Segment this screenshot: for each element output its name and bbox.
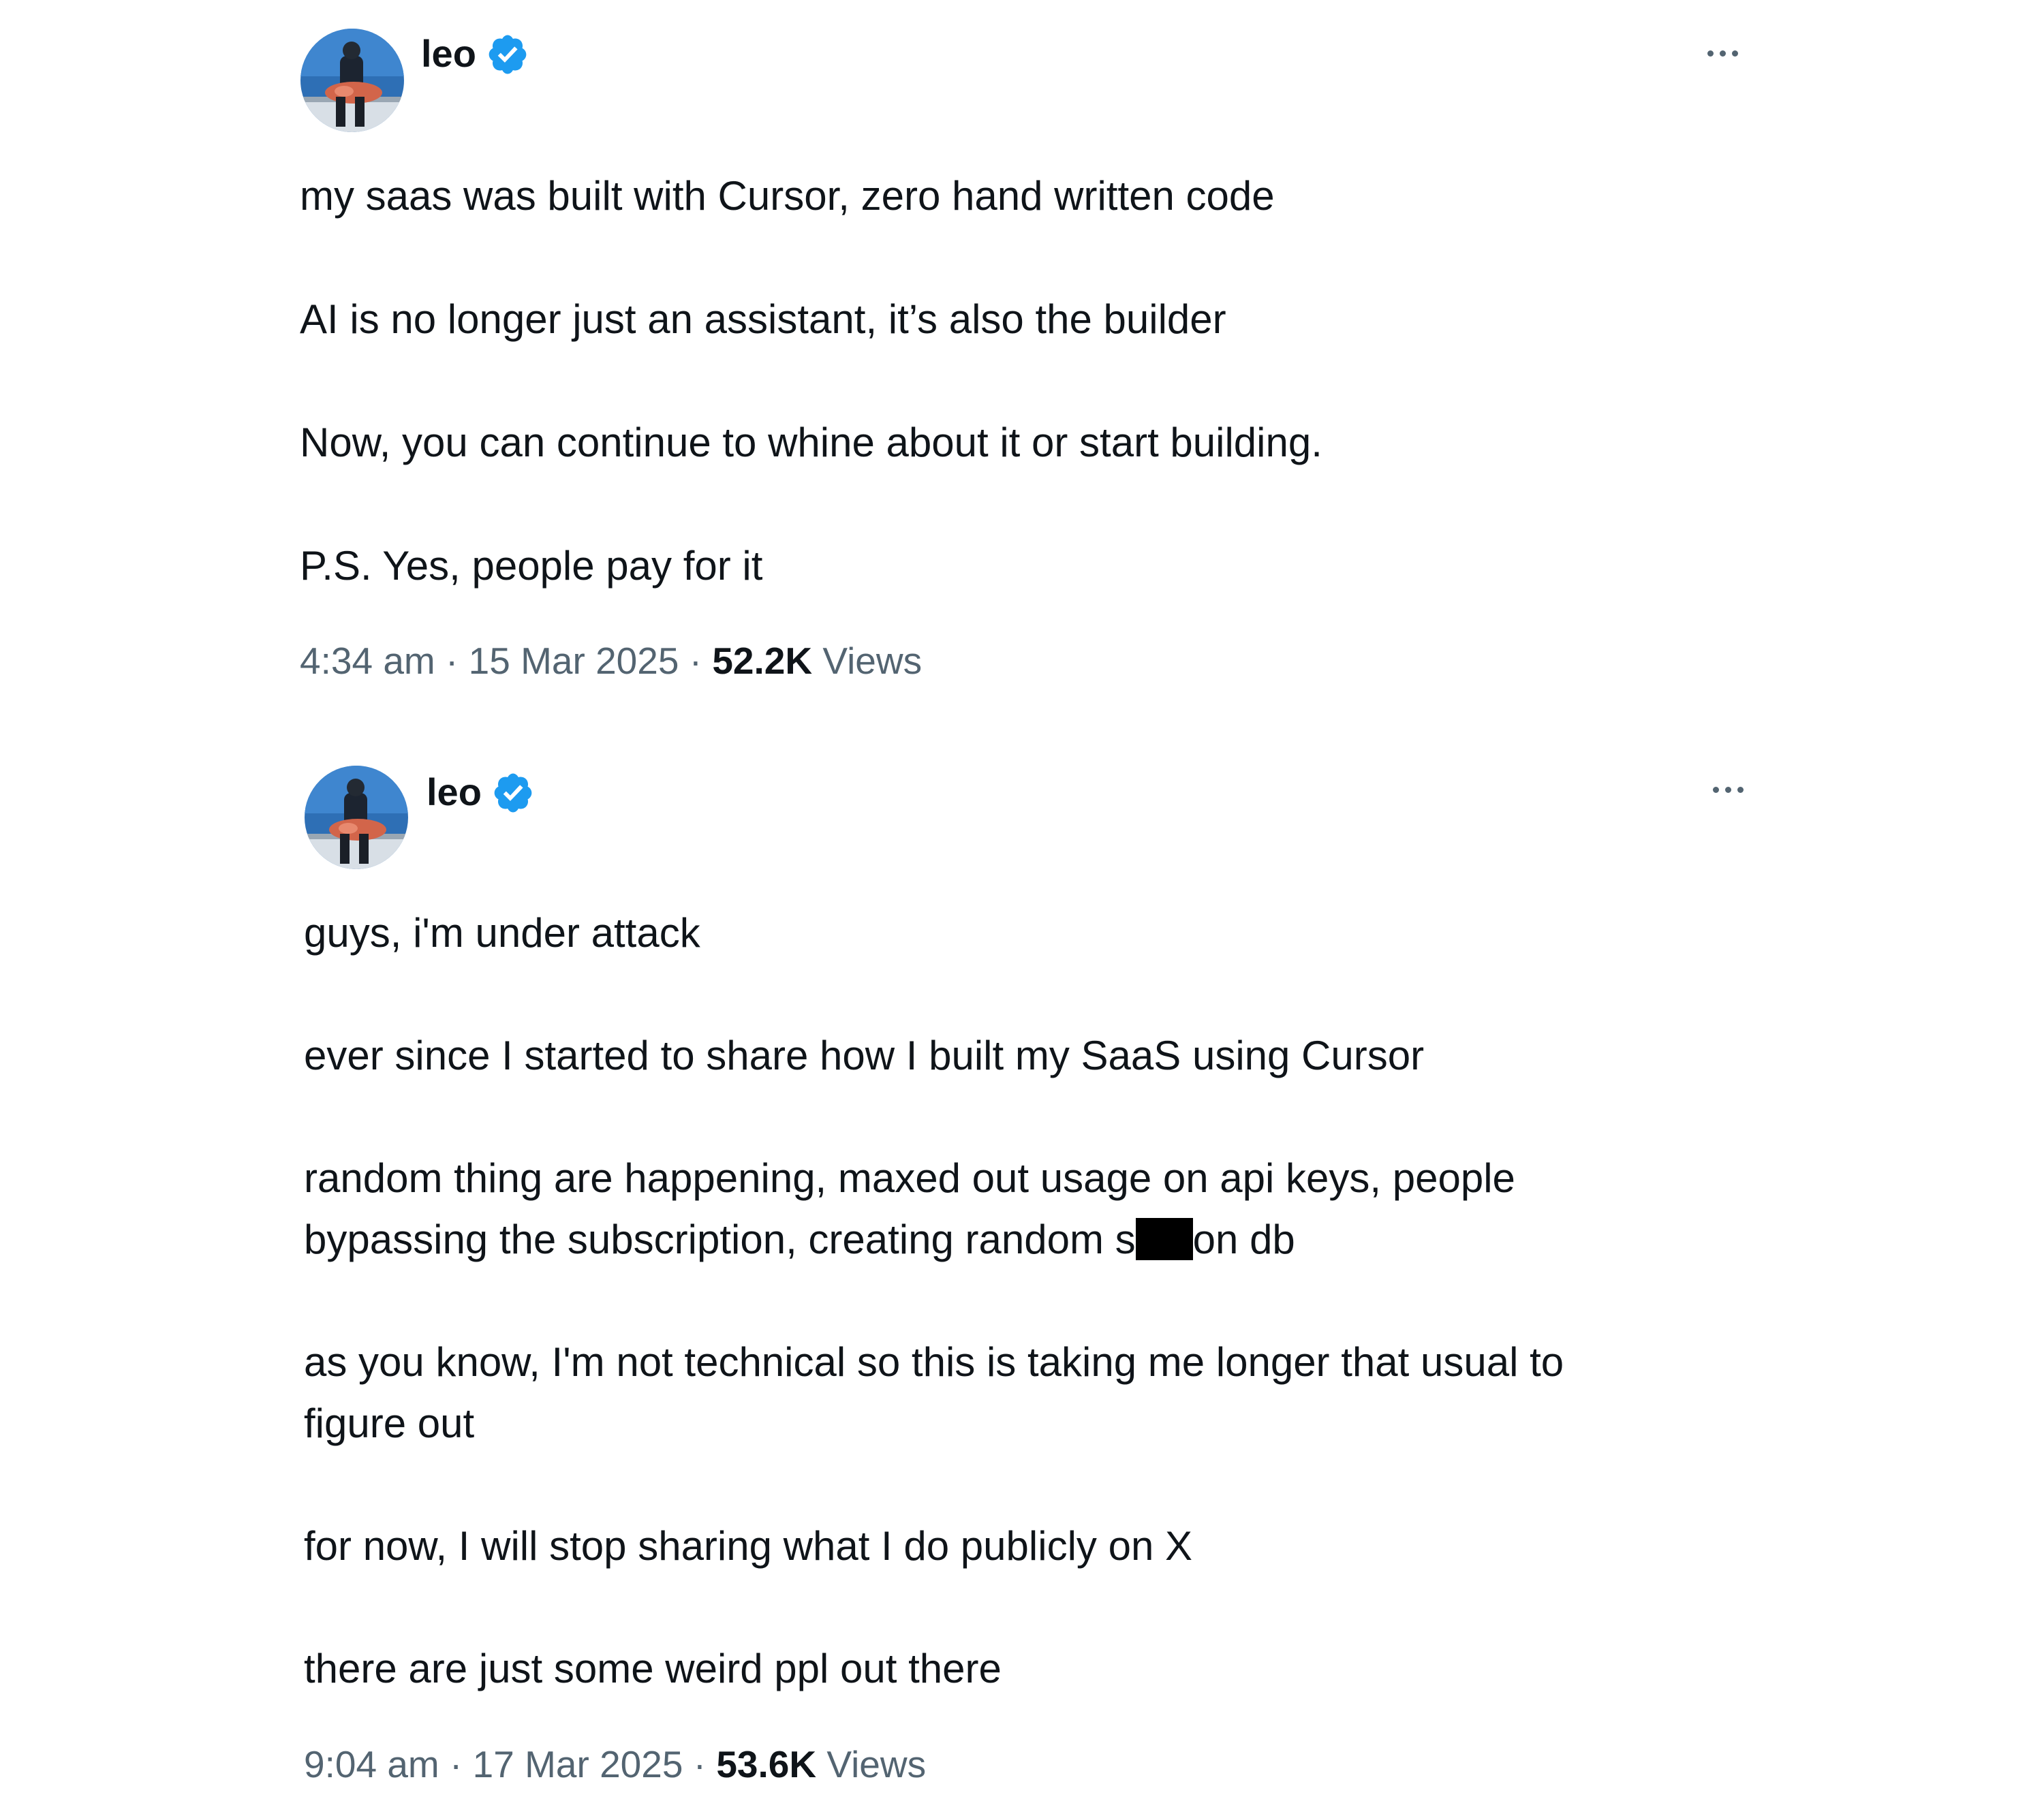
meta-separator: · (446, 640, 459, 682)
tweet-text-paragraph: Now, you can continue to whine about it … (300, 420, 1322, 465)
views-count[interactable]: 53.6K (716, 1743, 816, 1785)
tweet-metadata: 9:04 am · 17 Mar 2025 · 53.6K Views (304, 1740, 926, 1788)
more-horizontal-icon (1712, 786, 1719, 793)
views-count[interactable]: 52.2K (712, 640, 812, 682)
more-options-button[interactable] (1695, 40, 1750, 67)
avatar-image (305, 766, 408, 869)
tweet-text-paragraph: my saas was built with Cursor, zero hand… (300, 173, 1275, 219)
avatar[interactable] (300, 29, 404, 132)
meta-separator: · (693, 1743, 707, 1785)
tweet-date[interactable]: 15 Mar 2025 (469, 640, 679, 682)
verified-badge-icon (494, 773, 532, 813)
tweet-metadata: 4:34 am · 15 Mar 2025 · 52.2K Views (300, 637, 922, 685)
author-name[interactable]: leo (427, 768, 482, 816)
views-label: Views (822, 640, 923, 682)
tweet-time[interactable]: 9:04 am (304, 1743, 439, 1785)
avatar[interactable] (305, 766, 408, 869)
tweet-time[interactable]: 4:34 am (300, 640, 435, 682)
tweet-text-paragraph: guys, i'm under attack (304, 910, 700, 956)
more-options-button[interactable] (1701, 776, 1755, 803)
tweet-text-fragment: on db (1192, 1217, 1295, 1262)
tweet-text-fragment: bypassing the subscription, creating ran… (304, 1217, 1136, 1262)
tweet-text-paragraph: random thing are happening, maxed out us… (304, 1155, 1515, 1201)
tweet-text-paragraph: P.S. Yes, people pay for it (300, 543, 763, 589)
verified-badge-icon (489, 35, 527, 74)
tweet-text-paragraph: there are just some weird ppl out there (304, 1646, 1002, 1691)
tweet-text-paragraph: AI is no longer just an assistant, it’s … (300, 296, 1226, 342)
tweet-text-paragraph: as you know, I'm not technical so this i… (304, 1339, 1564, 1385)
views-label: Views (826, 1743, 927, 1785)
tweet-text-paragraph: figure out (304, 1401, 475, 1446)
tweet-text-paragraph: bypassing the subscription, creating ran… (304, 1209, 1295, 1270)
redaction-block (1135, 1218, 1193, 1260)
meta-separator: · (450, 1743, 463, 1785)
author-name[interactable]: leo (421, 30, 476, 78)
tweet-text-paragraph: for now, I will stop sharing what I do p… (304, 1523, 1193, 1569)
tweet-text-paragraph: ever since I started to share how I buil… (304, 1033, 1425, 1078)
tweet-date[interactable]: 17 Mar 2025 (473, 1743, 683, 1785)
more-horizontal-icon (1707, 50, 1714, 57)
avatar-image (300, 29, 404, 132)
meta-separator: · (689, 640, 702, 682)
